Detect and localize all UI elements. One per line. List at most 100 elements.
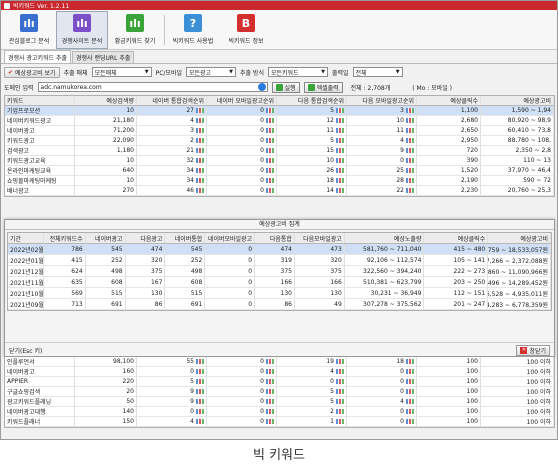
cell-text: 2021년11월 bbox=[10, 279, 44, 287]
cell-text: 252 bbox=[111, 256, 123, 264]
column-header: 다음모바일광고 bbox=[295, 233, 345, 243]
table-cell: 130 bbox=[295, 288, 345, 298]
table-cell: 0 bbox=[207, 126, 277, 135]
cell-text: 498 bbox=[190, 267, 203, 275]
toolbar-blog-analysis[interactable]: ılı 관심블로그 분석 bbox=[3, 11, 55, 49]
table-cell: 150 bbox=[75, 417, 137, 426]
table-row[interactable]: 2021년10월 569 515 130 515 0 130 130 30,231 ~ 36,9… bbox=[8, 288, 551, 299]
table-cell: 515 bbox=[165, 288, 206, 298]
trend-chart-icon bbox=[336, 379, 344, 384]
trend-chart-icon bbox=[406, 369, 414, 374]
table-row[interactable]: 2021년11월 635 608 167 608 0 166 166 510,381 ~ 623… bbox=[8, 277, 551, 288]
table-cell: 20,760 ~ 25,3 bbox=[481, 186, 554, 195]
table-row[interactable]: 키워드광고 22,090 2 0 5 4 2,950 88,780 ~ 108, bbox=[5, 136, 554, 146]
chevron-down-icon: ▼ bbox=[321, 69, 325, 75]
table-cell: 21,180 bbox=[75, 116, 137, 125]
table-cell: 0 bbox=[205, 277, 256, 287]
cell-text: 키워드광고 bbox=[7, 138, 35, 145]
excel-export-button[interactable]: 엑셀출력 bbox=[303, 81, 343, 93]
trend-chart-icon bbox=[196, 128, 204, 133]
run-button[interactable]: 실행 bbox=[271, 81, 300, 93]
cell-text: 498 bbox=[111, 267, 123, 275]
cell-text: 0 bbox=[260, 398, 264, 405]
table-cell: 30,231 ~ 36,949 bbox=[345, 288, 425, 298]
table-row[interactable]: 구글쇼핑검색 20 9 0 5 0 100 100 이하 bbox=[5, 387, 554, 397]
table-cell: 32 bbox=[137, 156, 207, 165]
result-select[interactable]: 전체 ▼ bbox=[352, 67, 403, 77]
domain-input[interactable]: adc.namukorea.com bbox=[37, 82, 268, 92]
cell-text: 635 bbox=[71, 278, 83, 286]
cell-text: 86 bbox=[154, 300, 163, 308]
tab-landing-url[interactable]: 경쟁사 랜딩URL 추출 bbox=[72, 51, 135, 63]
cell-text: 100 이하 bbox=[526, 399, 551, 406]
trend-chart-icon bbox=[336, 399, 344, 404]
trend-chart-icon bbox=[406, 128, 414, 133]
table-row[interactable]: 광고키워드플래닝 50 9 0 5 4 100 100 이하 bbox=[5, 397, 554, 407]
table-row[interactable]: 2022년02월 786 545 474 545 0 474 473 581,760 ~ 711… bbox=[8, 244, 551, 255]
cell-text: 키워드광고교육 bbox=[7, 158, 46, 165]
table-row[interactable]: 온라인마케팅교육 640 34 0 26 25 1,520 37,970 ~ 46,4 bbox=[5, 166, 554, 176]
table-row[interactable]: 검색광고 1,180 21 0 15 9 720 2,350 ~ 2,8 bbox=[5, 146, 554, 156]
table-row[interactable]: 인플루언서 98,100 55 0 19 18 100 100 이하 bbox=[5, 357, 554, 367]
cell-text: 27 bbox=[186, 107, 194, 114]
toolbar-info[interactable]: B 빅키워드 정보 bbox=[220, 11, 272, 49]
cell-text: 2,190 bbox=[460, 177, 478, 184]
table-cell: 320 bbox=[295, 255, 345, 265]
table-cell: 1,100 bbox=[417, 106, 481, 115]
tab-ad-keyword[interactable]: 경쟁사 광고키워드 추출 bbox=[4, 50, 72, 63]
cell-text: 5 bbox=[330, 388, 334, 395]
table-row[interactable]: APPIER 220 5 0 0 0 100 100 이하 bbox=[5, 377, 554, 387]
media-select[interactable]: 모든매체 ▼ bbox=[91, 67, 152, 77]
trend-chart-icon bbox=[266, 409, 274, 414]
table-row[interactable]: 기업프로모션 10 27 0 5 3 1,100 1,590 ~ 1,94 bbox=[5, 106, 554, 116]
cell-text: 86 bbox=[284, 300, 292, 308]
table-cell: 배너광고 bbox=[5, 186, 75, 195]
trend-chart-icon bbox=[406, 379, 414, 384]
table-row[interactable]: 2021년09월 713 691 86 691 0 86 49 307,278 ~ 375,56… bbox=[8, 299, 551, 310]
close-dialog-button[interactable]: ✕ 창닫기 bbox=[516, 344, 550, 356]
toolbar-competitor-analysis[interactable]: ılı 경쟁사이트 분석 bbox=[56, 11, 108, 49]
cell-text: 100 bbox=[466, 388, 478, 395]
table-row[interactable]: 네이버광고 160 0 0 4 0 100 100 이하 bbox=[5, 367, 554, 377]
table-row[interactable]: 키워드플래너 150 4 0 1 0 100 100 이하 bbox=[5, 417, 554, 427]
trend-chart-icon bbox=[336, 108, 344, 113]
table-cell: 11 bbox=[347, 126, 417, 135]
main-toolbar: ılı 관심블로그 분석 ılı 경쟁사이트 분석 ılı 황금키워드 찾기 ? 빅키워… bbox=[1, 10, 557, 50]
cell-text: 4,326,528 ~ 4,935,011원 bbox=[488, 290, 548, 298]
cell-text: 2,950 bbox=[460, 137, 478, 144]
table-row[interactable]: 쇼핑몰마케팅마케팅 10 34 0 18 28 2,190 590 ~ 72 bbox=[5, 176, 554, 186]
cell-text: 608 bbox=[190, 278, 203, 286]
table-row[interactable]: 네이버광고 71,200 3 0 11 11 2,650 60,410 ~ 73,8 bbox=[5, 126, 554, 136]
cell-text: 100 이하 bbox=[526, 409, 551, 416]
cell-text: 10 bbox=[126, 157, 134, 164]
table-row[interactable]: 네이버광고대행 140 0 0 2 0 100 100 이하 bbox=[5, 407, 554, 417]
cell-text: 0 bbox=[400, 418, 404, 425]
table-cell: 11 bbox=[277, 126, 347, 135]
column-header: 예상검색량 bbox=[75, 96, 137, 105]
info-icon: B bbox=[237, 14, 255, 32]
table-row[interactable]: 2021년12월 624 498 375 498 0 375 375 322,560 ~ 394… bbox=[8, 266, 551, 277]
table-row[interactable]: 네이버키워드광고 21,180 4 0 12 10 2,680 80,920 ~ 98,9 bbox=[5, 116, 554, 126]
table-row[interactable]: 키워드광고교육 10 32 0 10 0 390 110 ~ 13 bbox=[5, 156, 554, 166]
cell-text: 30,231 ~ 36,949 bbox=[370, 289, 422, 297]
table-row[interactable]: 배너광고 270 46 0 14 22 2,230 20,760 ~ 25,3 bbox=[5, 186, 554, 196]
table-cell: 2,650 bbox=[417, 126, 481, 135]
toolbar-help[interactable]: ? 빅키워드 사용법 bbox=[167, 11, 219, 49]
cell-text: 2021년09월 bbox=[10, 301, 44, 309]
method-select[interactable]: 모든키워드 ▼ bbox=[267, 67, 328, 77]
table-cell: 2021년10월 bbox=[8, 288, 44, 298]
golden-keyword-icon: ılı bbox=[126, 14, 144, 32]
table-cell: 34 bbox=[137, 176, 207, 185]
cell-text: 100 이하 bbox=[526, 379, 551, 386]
ad-cost-button[interactable]: ✔ 예상광고비 보기 bbox=[4, 66, 60, 78]
toolbar-golden-keyword[interactable]: ılı 황금키워드 찾기 bbox=[109, 11, 161, 49]
cell-text: 130 bbox=[280, 289, 292, 297]
cell-text: 0 bbox=[260, 378, 264, 385]
trend-chart-icon bbox=[336, 389, 344, 394]
trend-chart-icon bbox=[406, 399, 414, 404]
table-cell: 2 bbox=[277, 407, 347, 416]
table-cell: 608 bbox=[165, 277, 206, 287]
table-cell: 기업프로모션 bbox=[5, 106, 75, 115]
table-row[interactable]: 2022년01월 415 252 320 252 0 319 320 92,106 ~ 112,… bbox=[8, 255, 551, 266]
device-select[interactable]: 모든광고 ▼ bbox=[185, 67, 236, 77]
